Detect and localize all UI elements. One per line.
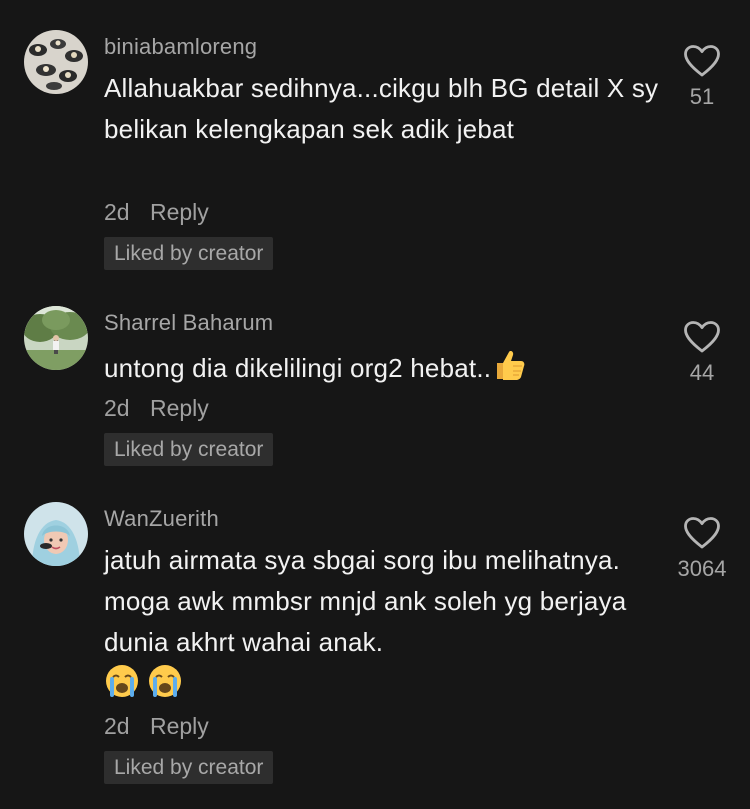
- avatar-image: [24, 502, 88, 566]
- loudly-crying-face-emoji: [147, 663, 183, 711]
- reply-button[interactable]: Reply: [150, 199, 209, 225]
- like-control: 51: [662, 44, 742, 110]
- comment-text: Allahuakbar sedihnya...cikgu blh BG deta…: [104, 73, 659, 144]
- comment-username[interactable]: WanZuerith: [104, 506, 219, 532]
- comment-meta: 2d Reply: [104, 395, 209, 422]
- comment-item: WanZuerith jatuh airmata sya sbgai sorg …: [0, 486, 750, 806]
- avatar[interactable]: [24, 502, 88, 566]
- comment-meta: 2d Reply: [104, 713, 209, 740]
- heart-outline-icon[interactable]: [683, 44, 721, 78]
- reply-button[interactable]: Reply: [150, 713, 209, 739]
- avatar-image: [24, 306, 88, 370]
- comment-item: Sharrel Baharum untong dia dikelilingi o…: [0, 290, 750, 480]
- comment-username[interactable]: biniabamloreng: [104, 34, 257, 60]
- like-count: 51: [689, 84, 715, 109]
- reply-button[interactable]: Reply: [150, 395, 209, 421]
- like-control: 44: [662, 320, 742, 386]
- avatar[interactable]: [24, 30, 88, 94]
- like-count: 44: [689, 360, 715, 385]
- comment-text: jatuh airmata sya sbgai sorg ibu melihat…: [104, 540, 664, 711]
- heart-outline-icon[interactable]: [683, 320, 721, 354]
- liked-by-creator-badge: Liked by creator: [104, 433, 274, 466]
- comment-username[interactable]: Sharrel Baharum: [104, 310, 273, 336]
- comment-timestamp: 2d: [104, 199, 130, 225]
- comment-text-body: jatuh airmata sya sbgai sorg ibu melihat…: [104, 545, 627, 657]
- comment-timestamp: 2d: [104, 713, 130, 739]
- comment-meta: 2d Reply: [104, 199, 209, 226]
- thumbs-up-emoji: [491, 347, 527, 395]
- comment-item: biniabamloreng Allahuakbar sedihnya...ci…: [0, 0, 750, 280]
- heart-outline-icon[interactable]: [683, 516, 721, 550]
- like-count: 3064: [677, 556, 727, 581]
- loudly-crying-face-emoji: [104, 663, 140, 711]
- comment-text-body: untong dia dikelilingi org2 hebat..: [104, 353, 492, 383]
- liked-by-creator-badge: Liked by creator: [104, 751, 274, 784]
- avatar[interactable]: [24, 306, 88, 370]
- like-control: 3064: [662, 516, 742, 582]
- comment-timestamp: 2d: [104, 395, 130, 421]
- liked-by-creator-badge: Liked by creator: [104, 237, 274, 270]
- comment-text: untong dia dikelilingi org2 hebat..: [104, 347, 664, 395]
- avatar-image: [24, 30, 88, 94]
